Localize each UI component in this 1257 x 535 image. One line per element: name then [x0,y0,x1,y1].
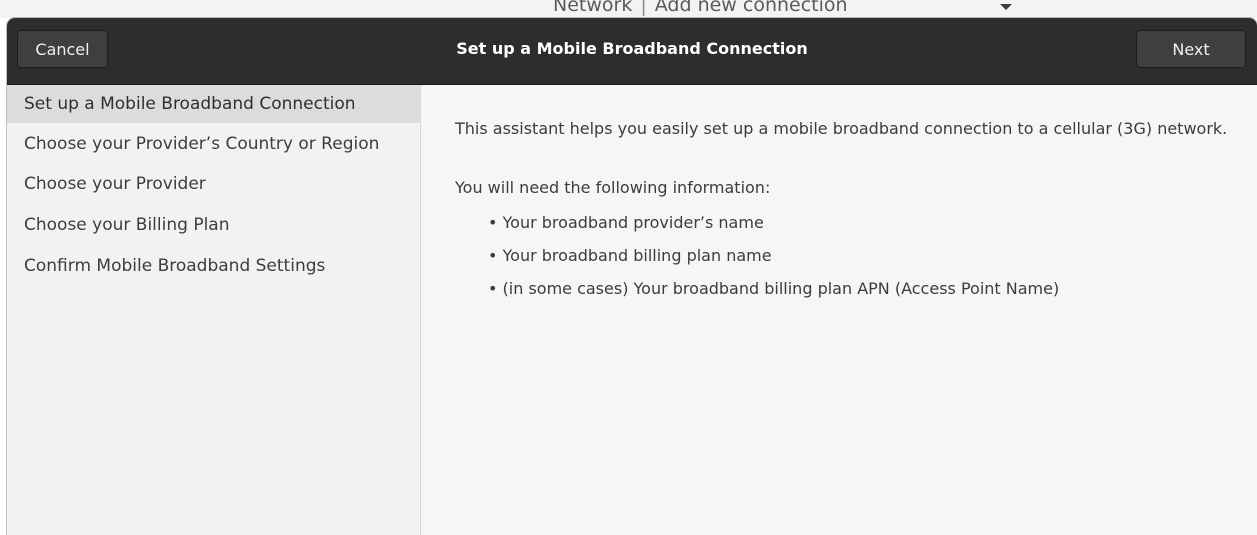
bullet-billing-plan-name: • Your broadband billing plan name [488,246,772,265]
assistant-steps-sidebar: Set up a Mobile Broadband Connection Cho… [7,85,421,535]
bullet-apn: • (in some cases) Your broadband billing… [488,279,1060,298]
step-country-region[interactable]: Choose your Provider’s Country or Region [7,125,420,163]
step-provider[interactable]: Choose your Provider [7,165,420,203]
step-setup[interactable]: Set up a Mobile Broadband Connection [7,85,420,123]
dialog-title: Set up a Mobile Broadband Connection [456,39,808,58]
need-heading: You will need the following information: [455,178,771,197]
background-add-connection-label: Add new connection [654,0,848,16]
step-confirm-settings[interactable]: Confirm Mobile Broadband Settings [7,247,420,285]
step-billing-plan[interactable]: Choose your Billing Plan [7,206,420,244]
background-window-strip: Network | Add new connection [0,0,1257,18]
bullet-provider-name: • Your broadband provider’s name [488,213,764,232]
intro-text: This assistant helps you easily set up a… [455,119,1228,138]
background-breadcrumb: Network | Add new connection [553,0,848,16]
dropdown-caret-icon [1000,4,1012,10]
breadcrumb-separator: | [640,0,647,16]
headerbar: Cancel Set up a Mobile Broadband Connect… [7,18,1257,85]
background-network-label: Network [553,0,633,16]
next-button[interactable]: Next [1136,30,1246,68]
assistant-content: This assistant helps you easily set up a… [421,85,1257,535]
mobile-broadband-dialog: Cancel Set up a Mobile Broadband Connect… [7,18,1257,535]
